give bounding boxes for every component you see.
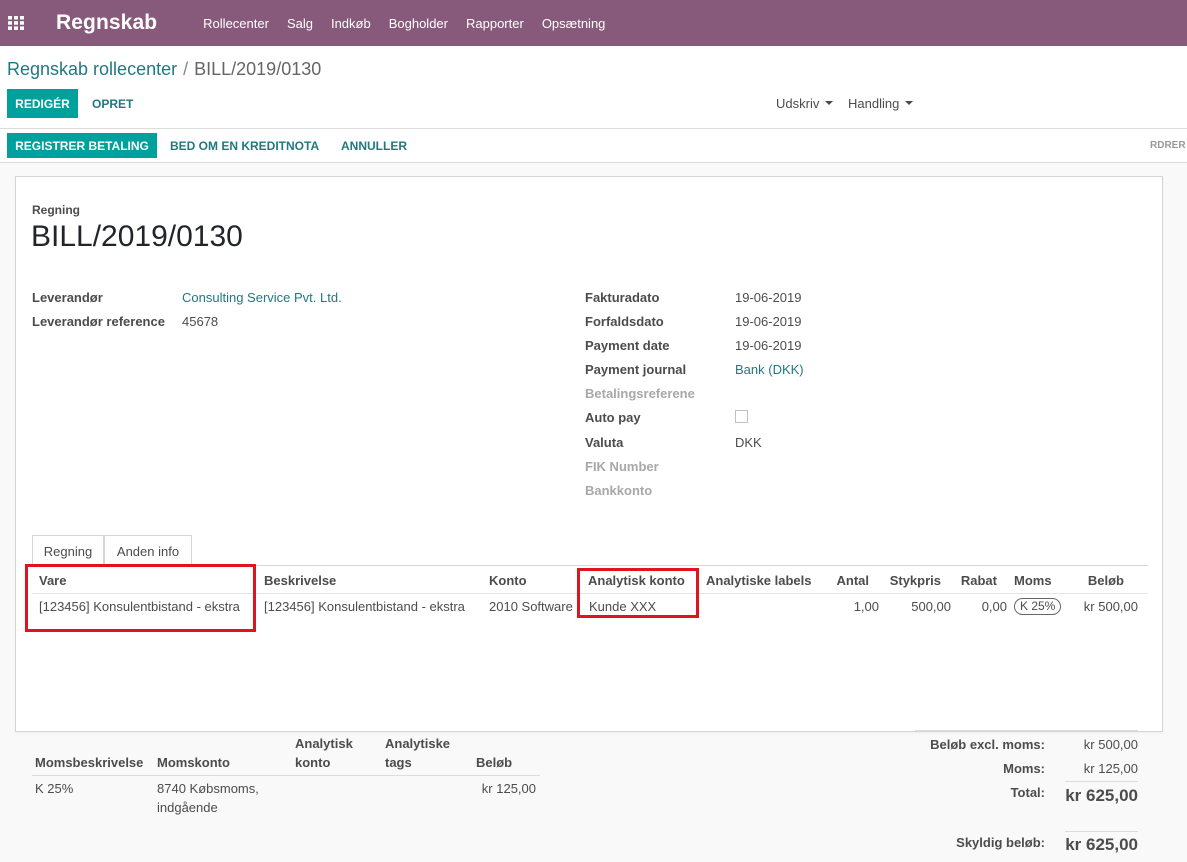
col-rabat[interactable]: Rabat	[954, 573, 997, 588]
form-sheet	[15, 176, 1163, 732]
amount-due-value: kr 625,00	[1065, 835, 1138, 854]
line-discount[interactable]: 0,00	[960, 599, 1007, 614]
payment-date-label: Payment date	[585, 338, 670, 353]
menu-opsaetning[interactable]: Opsætning	[542, 16, 606, 31]
tax-col-account: Momskonto	[157, 755, 230, 770]
payment-date-value: 19-06-2019	[735, 338, 802, 353]
tax-col-tags-line2: tags	[385, 755, 412, 770]
breadcrumb: Regnskab rollecenter / BILL/2019/0130	[7, 59, 321, 80]
edit-button[interactable]: REDIGÉR	[7, 89, 78, 118]
tax-col-amount: Beløb	[476, 755, 513, 770]
total-label: Total:	[1010, 785, 1045, 800]
payment-journal-value[interactable]: Bank (DKK)	[735, 362, 804, 377]
invoice-date-label: Fakturadato	[585, 290, 660, 305]
tax-total-value: kr 125,00	[1083, 761, 1138, 776]
col-stykpris[interactable]: Stykpris	[880, 573, 941, 588]
line-tax-badge[interactable]: K 25%	[1014, 598, 1062, 615]
line-account[interactable]: 2010 Software	[489, 599, 573, 614]
currency-label: Valuta	[585, 435, 624, 450]
credit-note-button[interactable]: BED OM EN KREDITNOTA	[170, 139, 319, 153]
print-dropdown[interactable]: Udskriv	[776, 96, 834, 111]
line-amount: kr 500,00	[1083, 599, 1138, 614]
tax-col-description: Momsbeskrivelse	[35, 755, 144, 770]
menu-bogholder[interactable]: Bogholder	[389, 16, 448, 31]
create-button[interactable]: OPRET	[92, 97, 133, 111]
action-label: Handling	[848, 96, 900, 111]
vendor-label: Leverandør	[32, 290, 103, 305]
bank-account-label: Bankkonto	[585, 483, 653, 498]
col-beskrivelse[interactable]: Beskrivelse	[264, 573, 336, 588]
col-konto[interactable]: Konto	[489, 573, 527, 588]
highlight-box-analytic	[577, 568, 699, 618]
breadcrumb-current: BILL/2019/0130	[194, 59, 322, 79]
menu-rollecenter[interactable]: Rollecenter	[203, 16, 269, 31]
vendor-reference-value: 45678	[182, 314, 219, 329]
menu-rapporter[interactable]: Rapporter	[466, 16, 524, 31]
tax-row-account-line1: 8740 Købsmoms,	[157, 781, 259, 796]
payment-journal-label: Payment journal	[585, 362, 687, 377]
total-divider	[1065, 781, 1138, 782]
document-type-label: Regning	[32, 203, 80, 217]
amount-due-label: Skyldig beløb:	[956, 835, 1045, 850]
orders-button-cut[interactable]: RDRER	[1150, 140, 1186, 151]
due-divider	[1065, 831, 1138, 832]
vendor-value[interactable]: Consulting Service Pvt. Ltd.	[182, 290, 342, 305]
due-date-value: 19-06-2019	[735, 314, 802, 329]
col-analytiske-labels[interactable]: Analytiske labels	[706, 573, 812, 588]
caret-down-icon	[825, 100, 834, 105]
tax-col-analytic-line1: Analytisk	[295, 736, 353, 751]
menu-indkob[interactable]: Indkøb	[331, 16, 371, 31]
menu-salg[interactable]: Salg	[287, 16, 313, 31]
tab-regning[interactable]: Regning	[32, 535, 104, 566]
vendor-reference-label: Leverandør reference	[32, 314, 165, 329]
tax-header-divider	[32, 775, 540, 776]
print-label: Udskriv	[776, 96, 820, 111]
action-dropdown[interactable]: Handling	[848, 96, 914, 111]
document-title: BILL/2019/0130	[31, 220, 243, 253]
untaxed-value: kr 500,00	[1083, 737, 1138, 752]
fik-number-label: FIK Number	[585, 459, 659, 474]
tab-anden-info[interactable]: Anden info	[104, 535, 192, 566]
invoice-date-value: 19-06-2019	[735, 290, 802, 305]
tax-row-description: K 25%	[35, 781, 74, 796]
tax-col-analytic-line2: konto	[295, 755, 331, 770]
cancel-button[interactable]: ANNULLER	[341, 139, 407, 153]
caret-down-icon	[905, 100, 914, 105]
app-brand[interactable]: Regnskab	[56, 11, 157, 35]
tax-row-amount: kr 125,00	[481, 781, 536, 796]
totals-divider	[915, 730, 1138, 731]
main-menu: Rollecenter Salg Indkøb Bogholder Rappor…	[203, 16, 623, 31]
col-antal[interactable]: Antal	[829, 573, 870, 588]
col-moms[interactable]: Moms	[1014, 573, 1052, 588]
highlight-box-product	[25, 564, 256, 632]
line-unit-price[interactable]: 500,00	[890, 599, 951, 614]
line-description[interactable]: [123456] Konsulentbistand - ekstra	[264, 599, 465, 614]
divider	[0, 128, 1187, 129]
breadcrumb-separator: /	[183, 59, 189, 79]
currency-value: DKK	[735, 435, 762, 450]
register-payment-button[interactable]: REGISTRER BETALING	[7, 133, 157, 158]
auto-pay-checkbox[interactable]	[735, 410, 748, 423]
tax-total-label: Moms:	[1003, 761, 1045, 776]
tax-col-tags-line1: Analytiske	[385, 736, 451, 751]
total-value: kr 625,00	[1065, 786, 1138, 805]
due-date-label: Forfaldsdato	[585, 314, 664, 329]
line-quantity[interactable]: 1,00	[820, 599, 879, 614]
untaxed-label: Beløb excl. moms:	[930, 737, 1045, 752]
grid-icon[interactable]	[0, 0, 32, 46]
payment-reference-label: Betalingsreferene	[585, 386, 695, 401]
auto-pay-label: Auto pay	[585, 410, 641, 425]
col-belob[interactable]: Beløb	[1073, 573, 1124, 588]
tax-row-account-line2: indgående	[157, 800, 218, 815]
top-navbar: Regnskab Rollecenter Salg Indkøb Boghold…	[0, 0, 1187, 46]
breadcrumb-parent[interactable]: Regnskab rollecenter	[7, 59, 177, 79]
